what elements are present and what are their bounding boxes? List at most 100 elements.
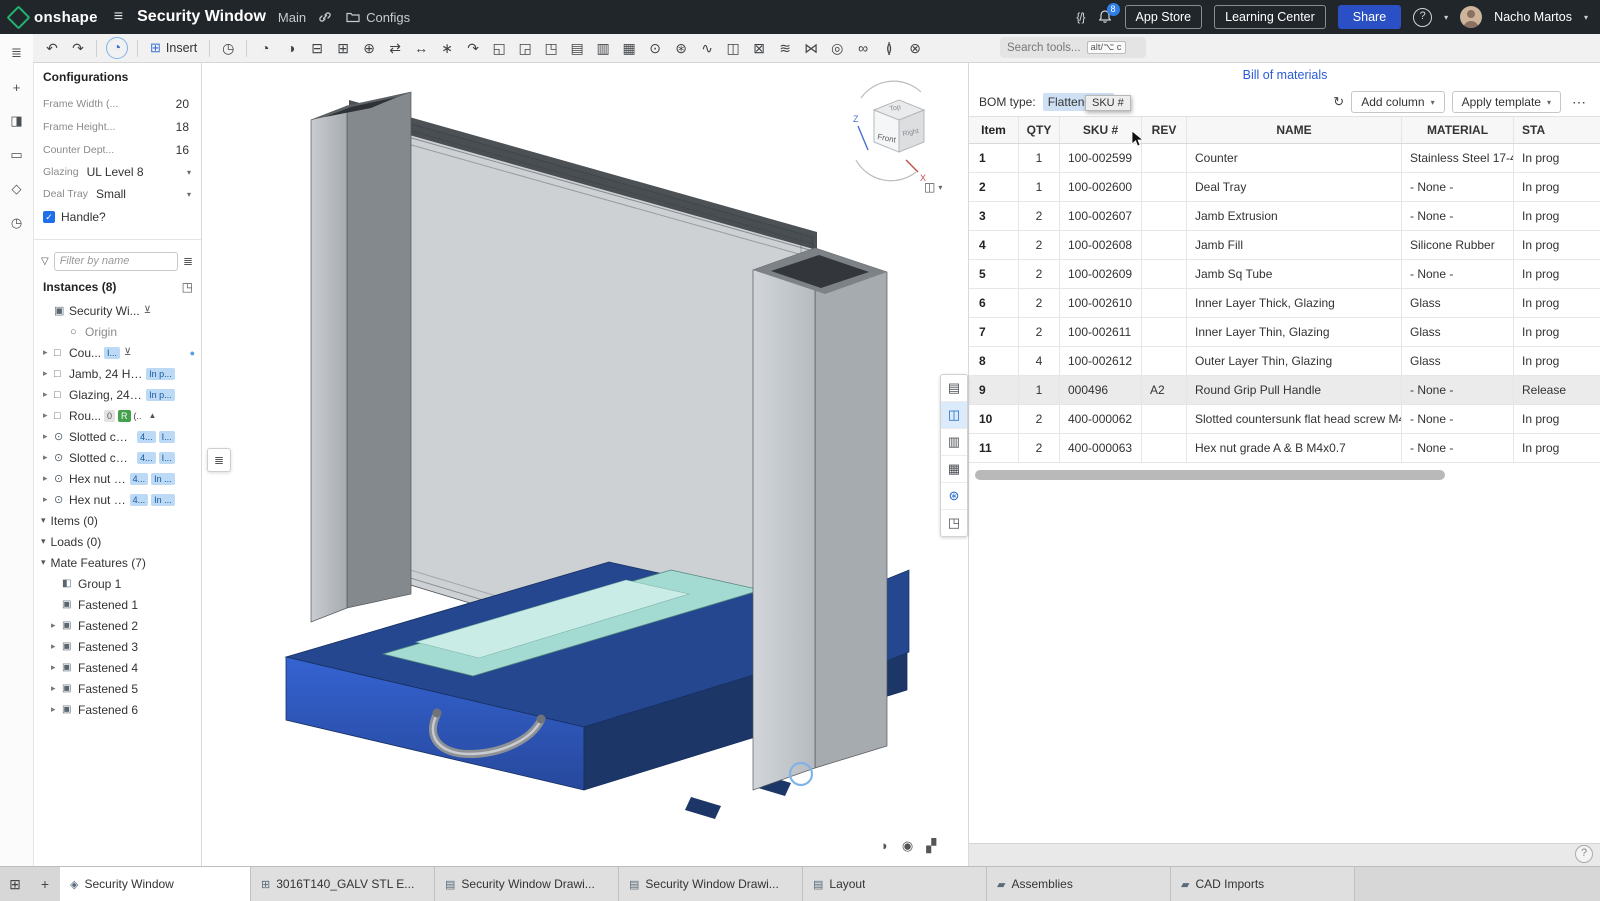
add-column-button[interactable]: Add column ▾ [1351, 91, 1444, 113]
named-positions-icon[interactable]: ◱ [486, 35, 512, 61]
app-store-button[interactable]: App Store [1125, 5, 1203, 29]
spur-gear-icon[interactable]: ⊙ [642, 35, 668, 61]
chevron-right-icon[interactable]: ▸ [43, 347, 54, 358]
sheet-metal-icon[interactable]: ◫ [720, 35, 746, 61]
assembly-tree-icon[interactable]: ≣ [6, 42, 28, 64]
config-select-row[interactable]: Deal Tray Small ▾ [33, 183, 201, 205]
mate-feature-row[interactable]: ▸ ▣ Fastened 4 [33, 657, 201, 678]
document-tab[interactable]: ▤ Security Window Drawi... [619, 867, 803, 901]
mate-icon[interactable]: ◔ [252, 35, 278, 61]
chain-icon[interactable]: ∞ [850, 35, 876, 61]
display-states-icon[interactable]: ◲ [512, 35, 538, 61]
weld-icon[interactable]: ≋ [772, 35, 798, 61]
mate-feature-row[interactable]: ▸ ▣ Fastened 3 [33, 636, 201, 657]
table-row[interactable]: 8 4 100-002612 Outer Layer Thin, Glazing… [969, 347, 1600, 376]
learning-center-button[interactable]: Learning Center [1214, 5, 1326, 29]
search-tools-box[interactable]: Search tools... alt/⌥ c [1000, 37, 1146, 58]
checkbox-checked-icon[interactable]: ✓ [43, 211, 55, 223]
context-help-icon[interactable]: ? [1575, 845, 1593, 863]
link-icon[interactable] [318, 10, 332, 24]
list-item[interactable]: ▸ □ Glazing, 24 x 2... In p... ▲ ● [33, 384, 201, 405]
rollback-icon[interactable]: ◔ [106, 37, 128, 59]
mate-feature-row[interactable]: ▸ ▣ Fastened 5 [33, 678, 201, 699]
mate-feature-row[interactable]: ▸ ▣ Fastened 6 [33, 699, 201, 720]
onshape-logo[interactable]: onshape [10, 9, 98, 26]
user-avatar[interactable] [1460, 6, 1482, 28]
dev-api-icon[interactable]: {/} [1076, 10, 1084, 24]
restructure-icon[interactable]: ⊻ [144, 305, 151, 316]
table-row[interactable]: 11 2 400-000063 Hex nut grade A & B M4x0… [969, 434, 1600, 463]
chevron-right-icon[interactable]: ▸ [51, 683, 62, 694]
table-row[interactable]: 3 2 100-002607 Jamb Extrusion - None - I… [969, 202, 1600, 231]
column-header-item[interactable]: Item [969, 117, 1019, 143]
list-item[interactable]: ▸ ⊙ Slotted coun... 4...I... ▲ ● [33, 447, 201, 468]
apply-template-button[interactable]: Apply template ▾ [1452, 91, 1561, 113]
filter-icon[interactable]: ▽ [41, 256, 49, 267]
configs-breadcrumb[interactable]: Configs [346, 10, 410, 25]
comment-icon[interactable]: ▭ [6, 144, 28, 166]
instances-flyout-button[interactable]: ≣ [207, 448, 231, 472]
table-row[interactable]: 4 2 100-002608 Jamb Fill Silicone Rubber… [969, 231, 1600, 260]
workspace-name[interactable]: Main [278, 10, 306, 25]
mate-feature-row[interactable]: ▸ ◧ Group 1 [33, 573, 201, 594]
restructure-icon[interactable]: ⊻ [124, 347, 131, 358]
bom-table-icon[interactable]: ▥ [590, 35, 616, 61]
exploded-views-icon[interactable]: ▤ [564, 35, 590, 61]
table-row[interactable]: 2 1 100-002600 Deal Tray - None - In pro… [969, 173, 1600, 202]
help-icon[interactable]: ? [1413, 8, 1432, 27]
spring-icon[interactable]: ∿ [694, 35, 720, 61]
render-panel-icon[interactable]: ⊛ [941, 483, 967, 510]
document-tab[interactable]: ▰ CAD Imports [1171, 867, 1355, 901]
snapshot-icon[interactable]: ∗ [434, 35, 460, 61]
main-menu-icon[interactable]: ≡ [114, 8, 123, 26]
mate-connector-icon[interactable]: ⊟ [304, 35, 330, 61]
list-item[interactable]: ▸ ○ Origin ▲ ● [33, 321, 201, 342]
document-tab[interactable]: ▤ Security Window Drawi... [435, 867, 619, 901]
versions-panel-icon[interactable]: ▥ [941, 429, 967, 456]
table-row[interactable]: 5 2 100-002609 Jamb Sq Tube - None - In … [969, 260, 1600, 289]
more-options-icon[interactable]: ⋯ [1568, 94, 1591, 111]
add-tab-button[interactable]: + [30, 867, 60, 901]
param-value-field[interactable]: 16 [176, 143, 189, 157]
bom-sync-icon[interactable]: ↻ [1333, 94, 1344, 110]
3d-viewport[interactable]: Top Front Right Z X ◫ ▾ ≣ ◗ ◉ ▞ [201, 62, 968, 866]
view-cube[interactable]: Top Front Right Z X [846, 80, 956, 190]
column-header-qty[interactable]: QTY [1019, 117, 1060, 143]
clip-icon[interactable]: ≬ [876, 35, 902, 61]
transform-icon[interactable]: ↔ [408, 35, 434, 61]
user-menu-caret-icon[interactable]: ▾ [1584, 13, 1588, 22]
tab-manager-icon[interactable]: ⊞ [0, 867, 30, 901]
undo-icon[interactable]: ↶ [39, 35, 65, 61]
tree-section-row[interactable]: ▾ Items (0) [33, 510, 201, 531]
table-row[interactable]: 10 2 400-000062 Slotted countersunk flat… [969, 405, 1600, 434]
chevron-right-icon[interactable]: ▸ [51, 620, 62, 631]
chevron-right-icon[interactable]: ▸ [43, 452, 54, 463]
named-views-panel-icon[interactable]: ◳ [941, 510, 967, 536]
param-value-field[interactable]: 18 [176, 120, 189, 134]
history-icon[interactable]: ◷ [6, 212, 28, 234]
circular-pattern-icon[interactable]: ⊕ [356, 35, 382, 61]
ring-icon[interactable]: ◎ [824, 35, 850, 61]
redo-icon[interactable]: ↷ [65, 35, 91, 61]
help-caret-icon[interactable]: ▾ [1444, 13, 1448, 22]
config-select-row[interactable]: Glazing UL Level 8 ▾ [33, 161, 201, 183]
appearance-globe-icon[interactable]: ◉ [902, 838, 913, 854]
column-header-material[interactable]: MATERIAL [1402, 117, 1514, 143]
tree-section-row[interactable]: ▾ Mate Features (7) [33, 552, 201, 573]
mate-feature-row[interactable]: ▸ ▣ Fastened 1 [33, 594, 201, 615]
document-tab[interactable]: ◈ Security Window [60, 867, 251, 901]
list-item[interactable]: ▸ ⊙ Hex nut gr... 4...In ... ▲ ● [33, 489, 201, 510]
table-row[interactable]: 1 1 100-002599 Counter Stainless Steel 1… [969, 144, 1600, 173]
section-tool-icon[interactable]: ▞ [926, 838, 936, 854]
column-header-name[interactable]: NAME [1187, 117, 1402, 143]
insert-button[interactable]: ⊞ Insert [143, 38, 204, 58]
linear-pattern-icon[interactable]: ⊞ [330, 35, 356, 61]
column-header-sku[interactable]: SKU # [1060, 117, 1142, 143]
chevron-right-icon[interactable]: ▸ [43, 389, 54, 400]
drawings-panel-icon[interactable]: ▦ [941, 456, 967, 483]
bom-panel-icon[interactable]: ◫ [941, 402, 967, 429]
table-row[interactable]: 7 2 100-002611 Inner Layer Thin, Glazing… [969, 318, 1600, 347]
list-item[interactable]: ▸ ⊙ Hex nut gr... 4...In ... ▲ ● [33, 468, 201, 489]
user-name[interactable]: Nacho Martos [1494, 10, 1572, 24]
handle-checkbox-row[interactable]: ✓ Handle? [33, 205, 201, 229]
